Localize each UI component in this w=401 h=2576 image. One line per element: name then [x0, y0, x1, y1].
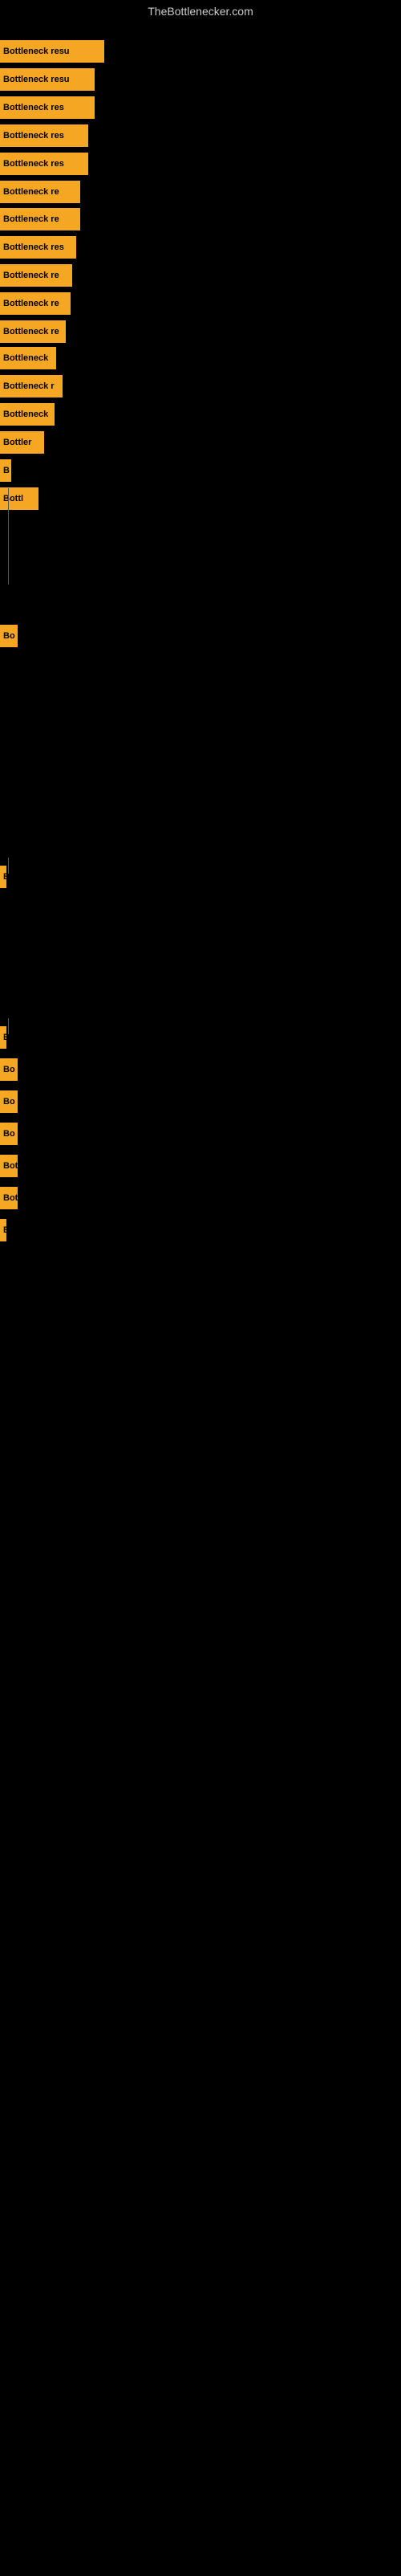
bar-label: Bottleneck resu	[0, 40, 104, 63]
bar-label: B	[0, 1026, 6, 1049]
bar-label: B	[0, 866, 6, 888]
bar-row: B	[0, 459, 11, 482]
bar-row: Bottleneck re	[0, 320, 66, 343]
bar-row: Bottleneck resu	[0, 40, 104, 63]
bar-row: B	[0, 1219, 6, 1241]
bar-label: Bottleneck	[0, 403, 55, 426]
bar-label: Bottler	[0, 431, 44, 454]
bar-row: Bottler	[0, 431, 44, 454]
bar-row: Bottl	[0, 487, 38, 510]
bar-row: Bottleneck r	[0, 375, 63, 397]
bar-row: B	[0, 866, 6, 888]
bar-label: B	[0, 1219, 6, 1241]
bar-label: Bottleneck resu	[0, 68, 95, 91]
bar-row: Bottleneck res	[0, 124, 88, 147]
bar-row: Bottleneck res	[0, 96, 95, 119]
bar-label: Bottleneck res	[0, 96, 95, 119]
bar-label: Bottleneck res	[0, 124, 88, 147]
bar-row: Bottleneck	[0, 403, 55, 426]
bar-label: Bottleneck r	[0, 375, 63, 397]
bar-row: Bottleneck re	[0, 292, 71, 315]
bar-row: Bottleneck res	[0, 236, 76, 259]
bar-label: Bottleneck re	[0, 292, 71, 315]
bar-label: Bottleneck	[0, 347, 56, 369]
bar-label: Bo	[0, 1058, 18, 1081]
bar-row: Bott	[0, 1187, 18, 1209]
bar-row: Bottleneck res	[0, 153, 88, 175]
bar-label: Bo	[0, 625, 18, 647]
bar-row: Bo	[0, 625, 18, 647]
bar-row: Bottleneck re	[0, 208, 80, 230]
bar-row: Bottleneck re	[0, 181, 80, 203]
vertical-line	[8, 858, 9, 874]
bar-label: Bottleneck re	[0, 208, 80, 230]
bar-label: Bottl	[0, 487, 38, 510]
bar-row: Bo	[0, 1058, 18, 1081]
bar-label: Bottleneck res	[0, 153, 88, 175]
bar-label: Bo	[0, 1123, 18, 1145]
bar-label: Bottleneck re	[0, 181, 80, 203]
bar-label: Bottleneck re	[0, 320, 66, 343]
bar-row: Bottleneck re	[0, 264, 72, 287]
bar-row: Bottleneck	[0, 347, 56, 369]
bar-row: Bot	[0, 1155, 18, 1177]
bar-row: Bottleneck resu	[0, 68, 95, 91]
bar-row: Bo	[0, 1090, 18, 1113]
bar-label: Bo	[0, 1090, 18, 1113]
bar-row: Bo	[0, 1123, 18, 1145]
bar-row: B	[0, 1026, 6, 1049]
bar-label: Bottleneck res	[0, 236, 76, 259]
bar-label: B	[0, 459, 11, 482]
bar-label: Bottleneck re	[0, 264, 72, 287]
vertical-line	[8, 488, 9, 585]
page-title: TheBottlenecker.com	[0, 0, 401, 22]
bar-label: Bott	[0, 1187, 18, 1209]
vertical-line	[8, 1018, 9, 1034]
bar-label: Bot	[0, 1155, 18, 1177]
